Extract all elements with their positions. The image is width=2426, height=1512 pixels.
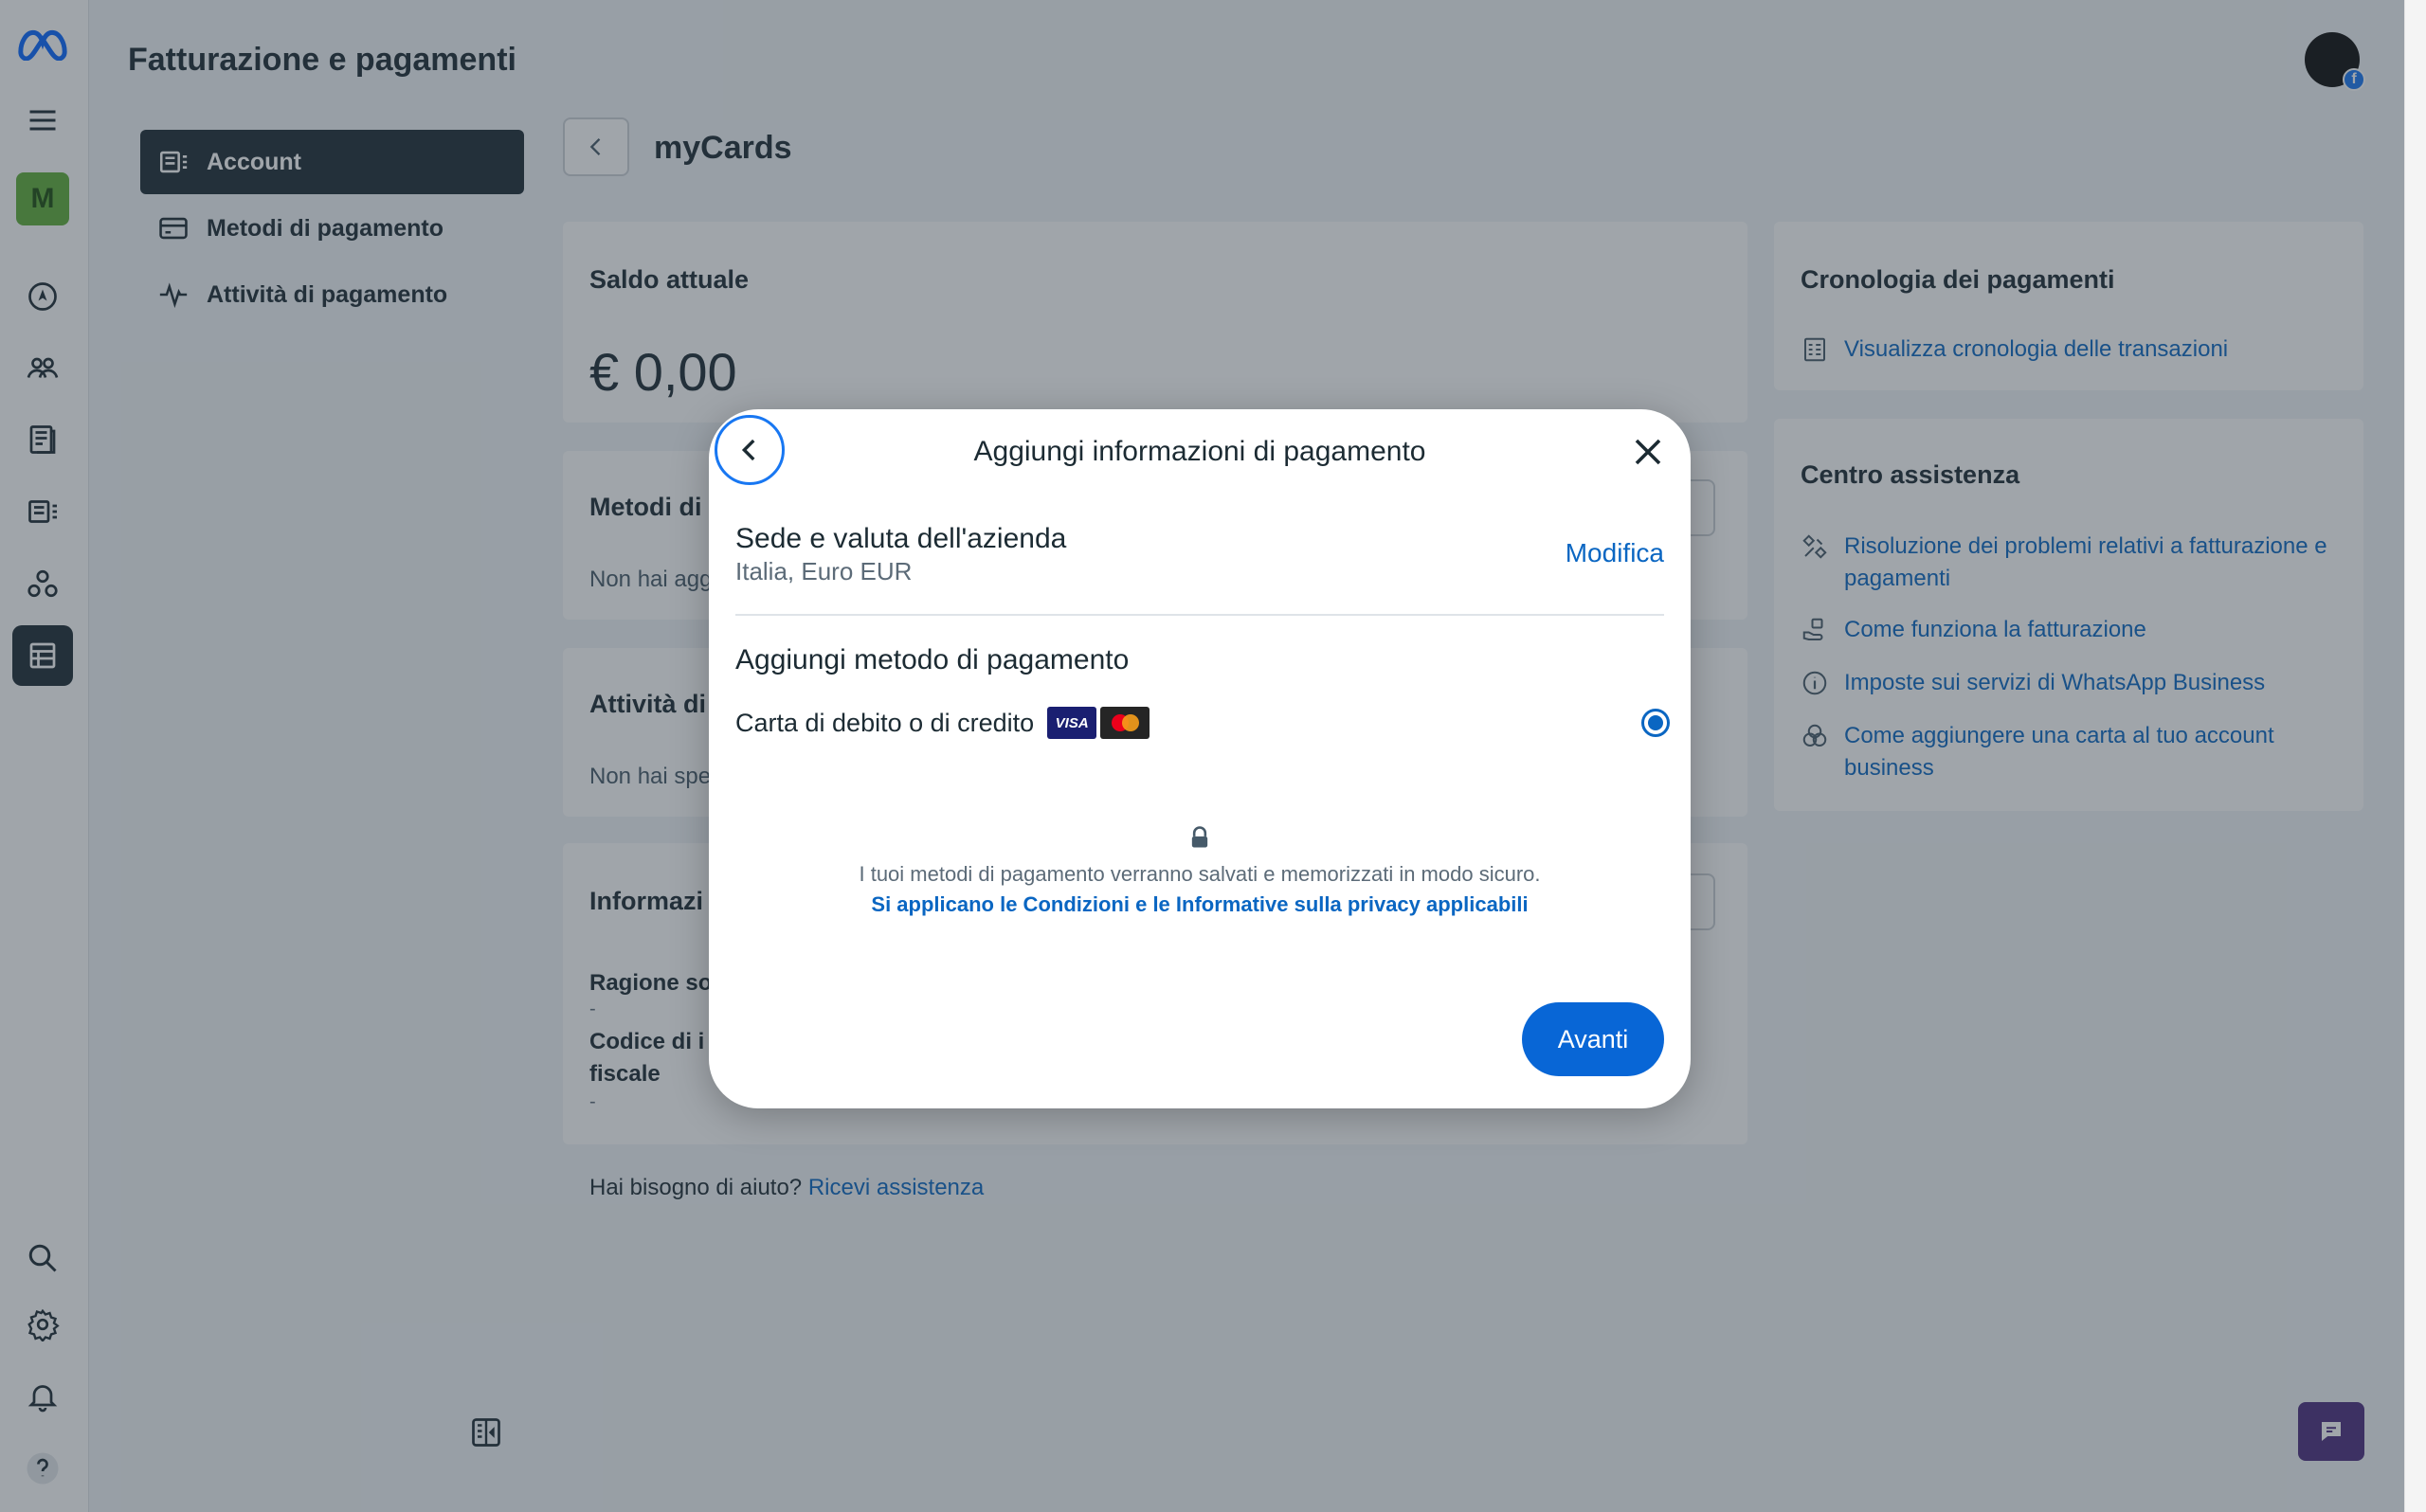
lock-icon bbox=[1191, 826, 1208, 848]
terms-privacy-link[interactable]: Si applicano le Condizioni e le Informat… bbox=[709, 892, 1691, 917]
card-option-label: Carta di debito o di credito bbox=[735, 708, 1035, 737]
secure-storage-note: I tuoi metodi di pagamento verranno salv… bbox=[859, 862, 1541, 886]
dialog-title: Aggiungi informazioni di pagamento bbox=[973, 436, 1426, 467]
mastercard-logo-icon bbox=[1100, 707, 1150, 739]
add-payment-info-dialog: Aggiungi informazioni di pagamento Sede … bbox=[709, 409, 1691, 1108]
card-option-radio[interactable] bbox=[1641, 709, 1670, 737]
page-scrollbar[interactable] bbox=[2404, 0, 2426, 1512]
divider bbox=[735, 614, 1664, 616]
visa-logo-icon: VISA bbox=[1047, 707, 1097, 739]
next-button[interactable]: Avanti bbox=[1522, 1002, 1664, 1076]
payment-method-heading: Aggiungi metodo di pagamento bbox=[735, 644, 1130, 675]
close-button[interactable] bbox=[1628, 432, 1668, 472]
close-icon bbox=[1635, 439, 1661, 465]
business-location-heading: Sede e valuta dell'azienda bbox=[735, 523, 1067, 554]
card-option-row[interactable]: Carta di debito o di credito VISA bbox=[735, 701, 1670, 745]
edit-link[interactable]: Modifica bbox=[1566, 538, 1664, 568]
business-location-value: Italia, Euro EUR bbox=[735, 557, 913, 585]
card-brands: VISA bbox=[1047, 707, 1150, 739]
